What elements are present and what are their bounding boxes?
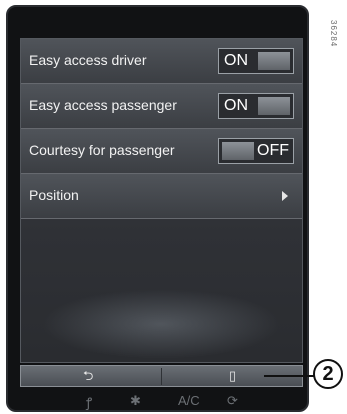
row-position[interactable]: Position: [21, 174, 302, 219]
easy-access-driver-toggle[interactable]: ON: [218, 48, 294, 74]
back-arrow-icon[interactable]: ⮌: [83, 369, 93, 383]
document-icon[interactable]: ▯: [229, 369, 236, 383]
chevron-right-icon: [282, 191, 288, 201]
settings-menu: Easy access driver ON Easy access passen…: [20, 38, 303, 363]
row-courtesy-passenger[interactable]: Courtesy for passenger OFF: [21, 129, 302, 174]
toggle-knob: [222, 142, 254, 160]
ac-label[interactable]: A/C: [178, 393, 200, 408]
bottom-toolbar: ⮌ ▯: [20, 365, 303, 387]
row-label: Courtesy for passenger: [29, 142, 175, 158]
recirculation-icon[interactable]: ⟳: [227, 393, 238, 409]
toggle-state: ON: [224, 52, 248, 69]
toggle-state: ON: [224, 97, 248, 114]
courtesy-passenger-toggle[interactable]: OFF: [218, 138, 294, 164]
climate-strip: ꝭ ✱ A/C ⟳: [20, 391, 303, 410]
figure-code: 36284: [329, 20, 338, 48]
display-screen: Easy access driver ON Easy access passen…: [6, 5, 309, 412]
easy-access-passenger-toggle[interactable]: ON: [218, 93, 294, 119]
row-easy-access-driver[interactable]: Easy access driver ON: [21, 39, 302, 84]
background-glow: [41, 289, 281, 359]
callout-number: 2: [313, 359, 343, 389]
toggle-state: OFF: [257, 142, 289, 159]
fan-icon[interactable]: ✱: [130, 393, 141, 409]
toolbar-divider: [161, 368, 162, 385]
row-label: Position: [29, 187, 79, 203]
row-easy-access-passenger[interactable]: Easy access passenger ON: [21, 84, 302, 129]
row-label: Easy access driver: [29, 52, 147, 68]
seat-heat-icon[interactable]: ꝭ: [86, 393, 92, 410]
row-label: Easy access passenger: [29, 97, 177, 113]
callout-line: [264, 375, 314, 377]
toggle-knob: [258, 52, 290, 70]
toggle-knob: [258, 97, 290, 115]
